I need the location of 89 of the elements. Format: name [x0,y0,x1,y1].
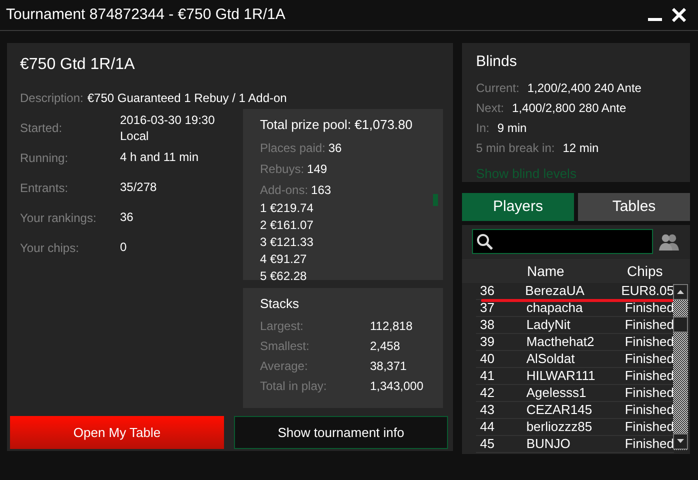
open-table-button[interactable]: Open My Table [10,416,224,449]
player-row[interactable]: 36 BerezaUA EUR8.05 [476,283,674,300]
field-label: Next: [476,100,504,117]
field-value: 9 min [497,120,527,137]
prize-entry: 3 €121.33 [260,234,314,251]
rank-cell-text: 45 [479,435,496,454]
rank-cell-text: 39 [479,333,496,352]
window-title: Tournament 874872344 - €750 Gtd 1R/1A [6,4,286,25]
chips-cell-text: Finished [624,350,674,368]
field-label: 5 min break in: [476,140,555,157]
chips-cell-text: Finished [624,418,674,436]
name-cell-text: Macthehat2 [526,333,596,352]
column-header: Chips [627,262,663,281]
field-value: €750 Guaranteed 1 Rebuy / 1 Add-on [87,90,287,107]
field-label: Largest: [260,318,304,335]
name-cell-text: CEZAR145 [526,401,594,420]
field-value: 12 min [562,140,599,157]
field-value: Local [120,128,150,144]
panel-title: Total prize pool: €1,073.80 [260,116,414,134]
field-label: In: [476,120,490,137]
name-cell-text: Agelesss1 [526,384,588,402]
field-label: Rebuys: [260,160,304,178]
field-label: Running: [20,150,70,167]
panel-title: Stacks [260,295,300,313]
field-value: 163 [311,182,332,198]
field-value: 1,400/2,800 280 Ante [512,100,626,117]
rank-cell-text: 38 [479,316,496,334]
field-label: Description: [20,90,84,107]
field-label: Average: [260,358,309,375]
field-label: Add-ons: [260,182,308,198]
field-value: 35/278 [120,179,157,195]
rank-cell-text: 42 [479,384,496,402]
info-button[interactable]: Show tournament info [234,416,448,449]
rank-cell-text: 41 [479,367,496,386]
minimize-button[interactable] [648,18,662,20]
column-header: Name [527,262,566,280]
name-cell-text: chapacha [526,299,584,318]
search-icon [476,232,494,250]
chips-cell-text: Finished [624,401,674,420]
field-label: Your rankings: [20,210,98,227]
close-icon[interactable] [672,8,686,22]
chips-cell-text: Finished [624,316,674,334]
name-cell-text: AlSoldat [526,350,576,368]
prize-entry: 2 €161.07 [260,217,314,234]
prize-entry: 5 €62.28 [260,268,307,285]
scrollbar[interactable] [673,284,688,450]
chips-cell-text: Finished [624,333,674,352]
field-label: Smallest: [260,338,310,355]
field-label: Your chips: [20,240,80,257]
rank-cell-text: 44 [479,418,496,436]
chips-cell-text: Finished [624,435,674,454]
field-value: 36 [328,140,342,156]
rank-cell-text: 40 [479,350,496,368]
name-cell-text: LadyNit [526,316,572,334]
name-cell-text: berliozzz85 [526,418,594,436]
field-value: 1,343,000 [370,378,424,395]
field-value: 38,371 [370,358,407,375]
prize-entry: 1 €219.74 [260,200,314,217]
name-cell-text: BUNJO [526,435,572,454]
field-label: Started: [20,120,64,137]
field-label: Current: [476,80,520,97]
people-icon[interactable] [659,232,680,250]
chips-cell-text: Finished [624,367,674,386]
scroll-thumb[interactable] [433,194,438,206]
field-value: 149 [307,160,328,178]
tab[interactable]: Tables [578,193,690,221]
field-label: Entrants: [20,180,70,197]
panel-title: €750 Gtd 1R/1A [20,55,136,75]
field-value: 1,200/2,400 240 Ante [527,80,642,97]
tab[interactable]: Players [462,193,574,221]
chips-cell-text: Finished [624,299,674,318]
field-value: 36 [120,209,134,225]
field-label: Total in play: [260,378,328,395]
panel-title: Blinds [476,52,518,72]
chips-cell-text: EUR8.05 [621,282,674,300]
field-value: 4 h and 11 min [120,149,198,165]
field-value: 2016-03-30 19:30 [120,112,215,128]
search-field[interactable] [472,229,654,254]
name-cell-text: BerezaUA [525,282,586,300]
name-cell-text: HILWAR111 [526,367,596,386]
field-label: Places paid: [260,140,326,156]
rank-cell-text: 43 [479,401,496,420]
field-value: 0 [120,239,127,255]
rank-cell-text: 37 [479,299,496,318]
field-value: 112,818 [370,318,412,335]
prize-entry: 4 €91.27 [260,251,307,268]
chips-cell-text: Finished [624,384,674,402]
rank-cell-text: 36 [479,282,496,300]
field-value: 2,458 [370,338,400,355]
